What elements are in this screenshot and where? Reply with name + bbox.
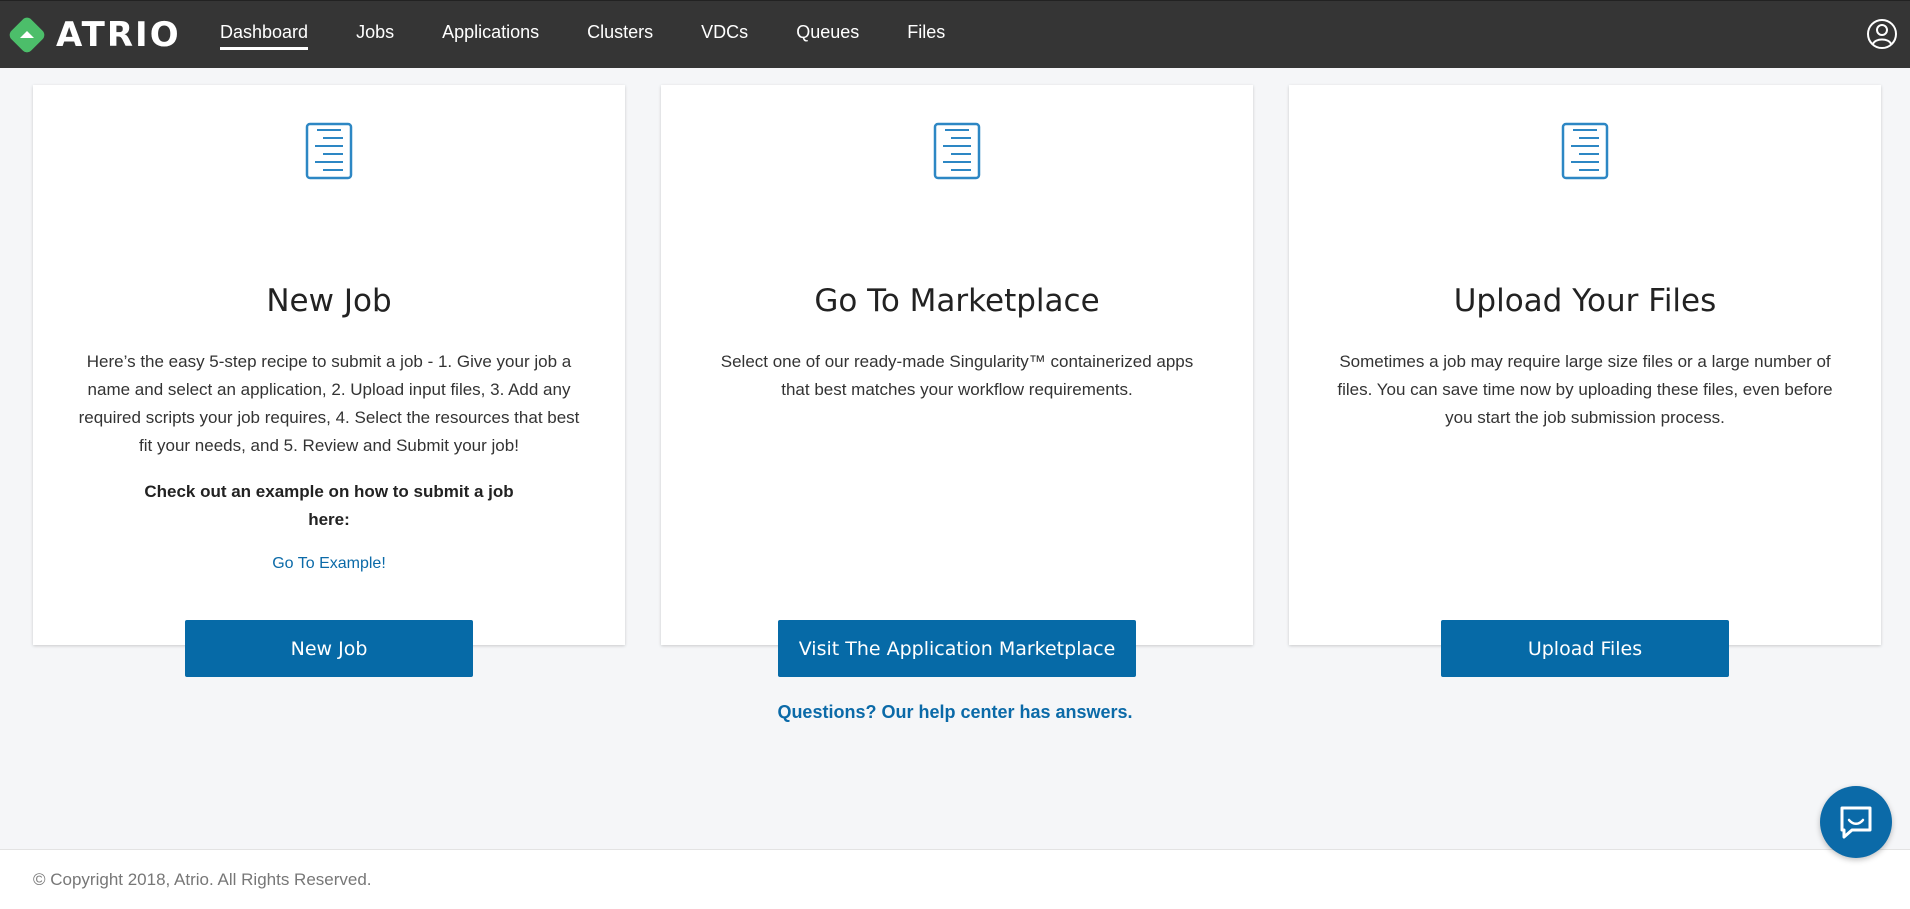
help-center-link[interactable]: Questions? Our help center has answers. xyxy=(0,702,1910,723)
nav-applications[interactable]: Applications xyxy=(442,21,539,50)
card-description: Here’s the easy 5-step recipe to submit … xyxy=(78,352,580,455)
copyright-text: © Copyright 2018, Atrio. All Rights Rese… xyxy=(33,870,372,889)
card-title: Upload Your Files xyxy=(1453,283,1717,319)
card-title: New Job xyxy=(266,283,392,319)
example-prompt: Check out an example on how to submit a … xyxy=(144,482,514,529)
main-nav: Dashboard Jobs Applications Clusters VDC… xyxy=(220,1,993,69)
nav-files[interactable]: Files xyxy=(907,21,945,50)
go-to-example-link[interactable]: Go To Example! xyxy=(33,555,625,573)
footer: © Copyright 2018, Atrio. All Rights Rese… xyxy=(0,849,1910,909)
card-new-job: New Job Here’s the easy 5-step recipe to… xyxy=(33,85,625,677)
document-icon xyxy=(305,122,353,180)
atrio-logo[interactable]: ATRIO xyxy=(6,15,181,55)
document-icon xyxy=(1561,122,1609,180)
nav-jobs[interactable]: Jobs xyxy=(356,21,394,50)
user-circle-icon[interactable] xyxy=(1866,18,1898,50)
top-navbar: ATRIO Dashboard Jobs Applications Cluste… xyxy=(0,0,1910,68)
upload-files-button[interactable]: Upload Files xyxy=(1441,620,1729,677)
brand-name: ATRIO xyxy=(56,15,181,55)
document-icon xyxy=(933,122,981,180)
diamond-logo-icon xyxy=(9,17,45,53)
card-description: Sometimes a job may require large size f… xyxy=(1337,352,1833,427)
card-upload-files: Upload Your Files Sometimes a job may re… xyxy=(1289,85,1881,677)
card-marketplace: Go To Marketplace Select one of our read… xyxy=(661,85,1253,677)
card-title: Go To Marketplace xyxy=(814,283,1100,319)
nav-queues[interactable]: Queues xyxy=(796,21,859,50)
chat-launcher-button[interactable] xyxy=(1820,786,1892,858)
nav-clusters[interactable]: Clusters xyxy=(587,21,653,50)
chat-icon xyxy=(1840,806,1872,839)
card-description: Select one of our ready-made Singularity… xyxy=(720,352,1194,399)
nav-dashboard[interactable]: Dashboard xyxy=(220,21,309,50)
new-job-button[interactable]: New Job xyxy=(185,620,473,677)
nav-vdcs[interactable]: VDCs xyxy=(701,21,748,50)
visit-marketplace-button[interactable]: Visit The Application Marketplace xyxy=(778,620,1136,677)
